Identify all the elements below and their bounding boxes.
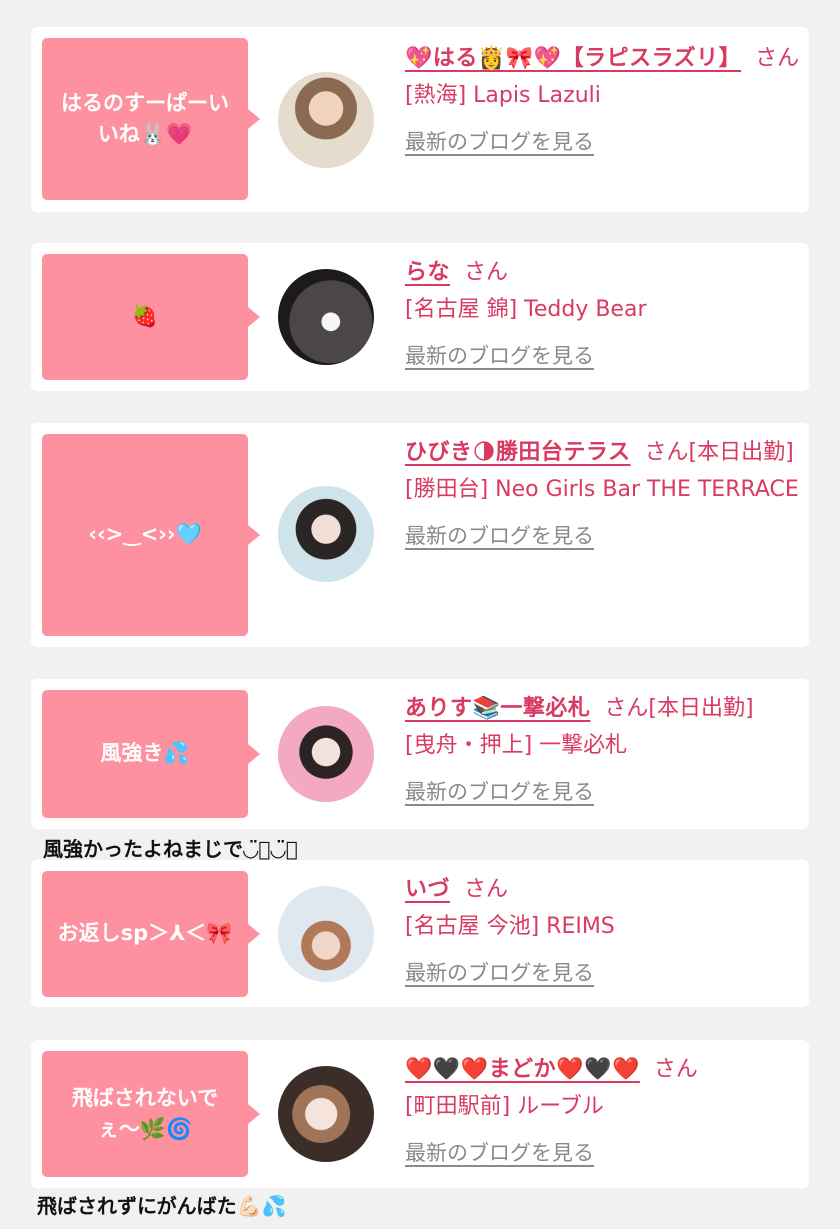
name-suffix: さん — [755, 46, 800, 71]
latest-blog-link[interactable]: 最新のブログを見る — [405, 338, 801, 375]
shop-label: [名古屋 今池] REIMS — [405, 914, 615, 939]
name-suffix: さん — [464, 260, 509, 285]
latest-blog-link[interactable]: 最新のブログを見る — [405, 774, 801, 811]
name-suffix: さん — [653, 1057, 698, 1082]
profile-name-link[interactable]: らな — [405, 260, 450, 285]
profile-name-link[interactable]: ありす📚一撃必札 — [405, 696, 590, 721]
overlay-comment: 風強かったよねまじで◡̈⃝︎◡̈⃝︎ — [43, 837, 298, 861]
shop-label: [町田駅前] ルーブル — [405, 1094, 604, 1119]
latest-blog-link[interactable]: 最新のブログを見る — [405, 518, 801, 555]
shop-label: [名古屋 錦] Teddy Bear — [405, 297, 647, 322]
blog-card: ‹‹>‿<››🩵 ひびき🌗勝田台テラス さん[本日出勤] [勝田台] Neo Gi… — [31, 423, 809, 647]
avatar[interactable] — [278, 72, 374, 168]
blog-card: お返しsp＞⅄＜🎀 いづ さん [名古屋 今池] REIMS 最新のブログを見る — [31, 860, 809, 1007]
name-suffix: さん[本日出勤] — [604, 696, 754, 721]
overlay-comment: 飛ばされずにがんばた💪🏻💦 — [37, 1194, 287, 1218]
avatar[interactable] — [278, 1066, 374, 1162]
message-bubble: 飛ばされないでぇ〜🌿🌀 — [42, 1051, 260, 1177]
message-bubble: お返しsp＞⅄＜🎀 — [42, 871, 260, 997]
avatar[interactable] — [278, 706, 374, 802]
latest-blog-link[interactable]: 最新のブログを見る — [405, 1135, 801, 1172]
shop-label: [熱海] Lapis Lazuli — [405, 83, 601, 108]
message-bubble: 風強き💦 — [42, 690, 260, 818]
profile-name-link[interactable]: ❤️🖤❤️まどか❤️🖤❤️ — [405, 1057, 640, 1082]
latest-blog-link[interactable]: 最新のブログを見る — [405, 955, 801, 992]
name-suffix: さん[本日出勤] — [644, 440, 794, 465]
shop-label: [勝田台] Neo Girls Bar THE TERRACE — [405, 477, 799, 502]
blog-card: はるのすーぱーいいね🐰💗 💖はる👸🎀💖【ラピスラズリ】 さん [熱海] Lapis… — [31, 27, 809, 212]
message-bubble: ‹‹>‿<››🩵 — [42, 434, 260, 636]
message-bubble: はるのすーぱーいいね🐰💗 — [42, 38, 260, 200]
name-suffix: さん — [464, 877, 509, 902]
shop-label: [曳舟・押上] 一撃必札 — [405, 733, 628, 758]
blog-card: 🍓 らな さん [名古屋 錦] Teddy Bear 最新のブログを見る — [31, 243, 809, 391]
avatar[interactable] — [278, 269, 374, 365]
profile-name-link[interactable]: 💖はる👸🎀💖【ラピスラズリ】 — [405, 46, 741, 71]
message-bubble: 🍓 — [42, 254, 260, 380]
avatar[interactable] — [278, 886, 374, 982]
blog-card: 飛ばされないでぇ〜🌿🌀 ❤️🖤❤️まどか❤️🖤❤️ さん [町田駅前] ルーブル … — [31, 1040, 809, 1188]
avatar[interactable] — [278, 486, 374, 582]
profile-name-link[interactable]: いづ — [405, 877, 450, 902]
blog-card: 風強き💦 ありす📚一撃必札 さん[本日出勤] [曳舟・押上] 一撃必札 最新のブロ… — [31, 679, 809, 829]
latest-blog-link[interactable]: 最新のブログを見る — [405, 124, 801, 161]
profile-name-link[interactable]: ひびき🌗勝田台テラス — [405, 440, 631, 465]
